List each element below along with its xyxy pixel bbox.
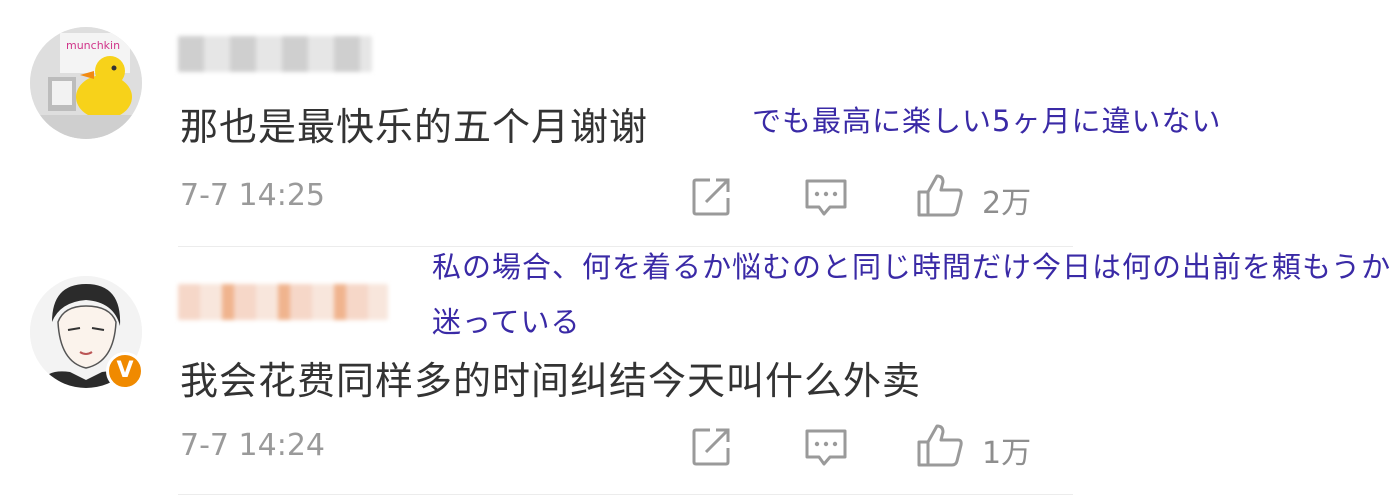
share-button[interactable]: [690, 426, 732, 472]
comment-divider: [178, 494, 1073, 495]
verified-badge: V: [106, 352, 144, 390]
like-count: 1万: [982, 436, 1032, 471]
comment-translation: 私の場合、何を着るか悩むのと同じ時間だけ今日は何の出前を頼もうか迷っている: [432, 250, 1392, 339]
like-button[interactable]: [916, 422, 964, 472]
share-button[interactable]: [690, 176, 732, 222]
comment-timestamp: 7-7 14:24: [180, 428, 325, 463]
comment-icon: [805, 429, 847, 466]
like-count: 2万: [982, 186, 1032, 221]
thumbs-up-icon: [917, 424, 963, 467]
comment-button[interactable]: [804, 428, 848, 472]
comment-button[interactable]: [804, 178, 848, 222]
avatar-brand-text: munchkin: [66, 39, 120, 52]
like-button[interactable]: [916, 172, 964, 222]
thumbs-up-icon: [917, 174, 963, 217]
avatar-image: munchkin: [30, 27, 142, 139]
username-blurred[interactable]: [178, 284, 388, 320]
share-icon: [692, 428, 730, 466]
comment-item: munchkin 那也是最快乐的五个月谢谢 でも最高に楽しい5ヶ月に違いない 7…: [0, 0, 1399, 245]
comment-translation: でも最高に楽しい5ヶ月に違いない: [752, 104, 1222, 138]
comment-icon: [805, 179, 847, 216]
username-blurred[interactable]: [178, 36, 372, 72]
avatar[interactable]: munchkin: [30, 27, 142, 139]
comment-text: 那也是最快乐的五个月谢谢: [180, 105, 649, 149]
comment-text: 我会花费同样多的时间纠结今天叫什么外卖: [180, 359, 922, 403]
share-icon: [692, 178, 730, 216]
comment-timestamp: 7-7 14:25: [180, 178, 325, 213]
comment-item: V 私の場合、何を着るか悩むのと同じ時間だけ今日は何の出前を頼もうか迷っている …: [0, 248, 1399, 499]
